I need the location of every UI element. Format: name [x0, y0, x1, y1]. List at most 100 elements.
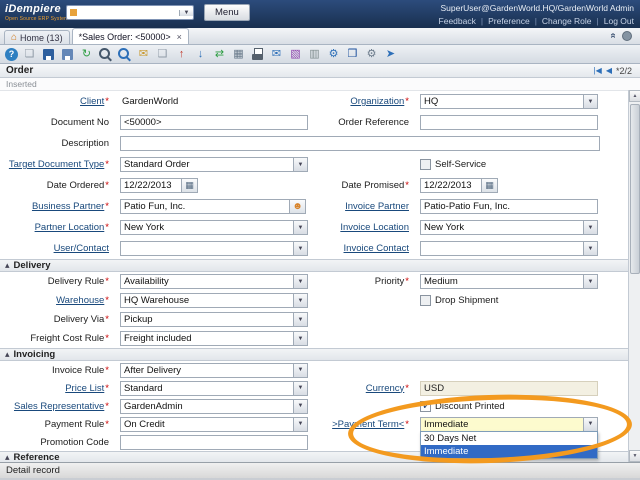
- partner-location-select[interactable]: New York: [120, 220, 308, 235]
- discount-printed-checkbox[interactable]: [420, 401, 431, 412]
- business-partner-label[interactable]: Business Partner: [32, 201, 104, 212]
- invoice-partner-input[interactable]: [420, 199, 598, 214]
- send-mail-icon[interactable]: ✉: [269, 47, 284, 62]
- client-label[interactable]: Client: [80, 96, 104, 107]
- global-search-combo[interactable]: [66, 5, 194, 20]
- invoice-rule-select[interactable]: After Delivery: [120, 363, 308, 378]
- archive-document-icon[interactable]: ▥: [307, 47, 322, 62]
- zoom-across-icon[interactable]: [117, 47, 132, 62]
- payment-rule-select[interactable]: On Credit: [120, 417, 308, 432]
- scroll-down-icon[interactable]: [629, 450, 640, 462]
- collapse-header-icon[interactable]: [608, 33, 619, 39]
- fullscreen-icon[interactable]: [622, 31, 632, 41]
- scrollbar-thumb[interactable]: [630, 104, 640, 274]
- requery-icon[interactable]: ↻: [79, 47, 94, 62]
- history-records-icon[interactable]: ▦: [231, 47, 246, 62]
- target-document-type-select[interactable]: Standard Order: [120, 157, 308, 172]
- priority-dropdown-icon[interactable]: [583, 275, 597, 288]
- save-and-create-icon[interactable]: [60, 47, 75, 62]
- warehouse-label[interactable]: Warehouse: [56, 295, 104, 306]
- first-record-icon[interactable]: [594, 66, 602, 75]
- freight-cost-rule-dropdown-icon[interactable]: [293, 332, 307, 345]
- target-document-type-label[interactable]: Target Document Type: [9, 159, 104, 170]
- global-search-input[interactable]: [80, 8, 179, 18]
- delivery-via-dropdown-icon[interactable]: [293, 313, 307, 326]
- user-contact-label[interactable]: User/Contact: [54, 243, 109, 254]
- invoice-contact-dropdown-icon[interactable]: [583, 242, 597, 255]
- price-list-select[interactable]: Standard: [120, 381, 308, 396]
- calendar-icon[interactable]: [482, 178, 498, 193]
- payment-term-option-30-days-net[interactable]: 30 Days Net: [421, 432, 597, 445]
- self-service-checkbox[interactable]: [420, 159, 431, 170]
- payment-term-label[interactable]: >Payment Term<: [332, 419, 404, 430]
- payment-term-option-immediate[interactable]: Immediate: [421, 445, 597, 458]
- print-icon[interactable]: [250, 47, 265, 62]
- link-preference[interactable]: Preference: [488, 16, 530, 26]
- partner-location-dropdown-icon[interactable]: [293, 221, 307, 234]
- delivery-via-select[interactable]: Pickup: [120, 312, 308, 327]
- global-search-dropdown-icon[interactable]: [179, 10, 193, 16]
- date-ordered-input[interactable]: [120, 178, 182, 193]
- invoice-location-select[interactable]: New York: [420, 220, 598, 235]
- save-icon[interactable]: [41, 47, 56, 62]
- invoice-contact-label[interactable]: Invoice Contact: [344, 243, 409, 254]
- toggle-grid-view-icon[interactable]: ⇄: [212, 47, 227, 62]
- preference-icon[interactable]: ⚙: [364, 47, 379, 62]
- detail-record-bar[interactable]: Detail record: [0, 462, 640, 478]
- user-contact-select[interactable]: [120, 241, 308, 256]
- sales-representative-select[interactable]: GardenAdmin: [120, 399, 308, 414]
- price-list-dropdown-icon[interactable]: [293, 382, 307, 395]
- date-promised-input[interactable]: [420, 178, 482, 193]
- invoice-location-label[interactable]: Invoice Location: [340, 222, 409, 233]
- run-process-icon[interactable]: ➤: [383, 47, 398, 62]
- business-partner-input[interactable]: [120, 199, 290, 214]
- delivery-rule-dropdown-icon[interactable]: [293, 275, 307, 288]
- invoice-rule-dropdown-icon[interactable]: [293, 364, 307, 377]
- organization-label[interactable]: Organization: [350, 96, 404, 107]
- organization-dropdown-icon[interactable]: [583, 95, 597, 108]
- help-icon[interactable]: ?: [5, 48, 18, 61]
- detail-record-icon[interactable]: ↓: [193, 47, 208, 62]
- section-header-delivery[interactable]: Delivery: [0, 259, 628, 272]
- link-log-out[interactable]: Log Out: [604, 16, 634, 26]
- scroll-up-icon[interactable]: [629, 90, 640, 102]
- menu-button[interactable]: Menu: [204, 4, 250, 21]
- close-tab-icon[interactable]: [177, 32, 182, 42]
- parent-record-icon[interactable]: ↑: [174, 47, 189, 62]
- calendar-icon[interactable]: [182, 178, 198, 193]
- tab-sales-order-50000[interactable]: *Sales Order: <50000>: [72, 28, 189, 44]
- priority-select[interactable]: Medium: [420, 274, 598, 289]
- payment-term-select[interactable]: Immediate: [420, 417, 598, 432]
- promotion-code-input[interactable]: [120, 435, 308, 450]
- invoice-location-dropdown-icon[interactable]: [583, 221, 597, 234]
- vertical-scrollbar[interactable]: [628, 90, 640, 462]
- price-list-label[interactable]: Price List: [65, 383, 104, 394]
- tab-home-13[interactable]: Home (13): [4, 30, 70, 44]
- invoice-contact-select[interactable]: [420, 241, 598, 256]
- attachment-icon[interactable]: ✉: [136, 47, 151, 62]
- business-partner-search-icon[interactable]: [290, 199, 306, 214]
- currency-label[interactable]: Currency: [366, 383, 405, 394]
- report-icon[interactable]: ▧: [288, 47, 303, 62]
- target-document-type-dropdown-icon[interactable]: [293, 158, 307, 171]
- payment-rule-dropdown-icon[interactable]: [293, 418, 307, 431]
- document-no-input[interactable]: [120, 115, 308, 130]
- link-change-role[interactable]: Change Role: [542, 16, 592, 26]
- product-info-icon[interactable]: ❒: [345, 47, 360, 62]
- warehouse-dropdown-icon[interactable]: [293, 294, 307, 307]
- partner-location-label[interactable]: Partner Location: [35, 222, 105, 233]
- active-workflows-icon[interactable]: ⚙: [326, 47, 341, 62]
- organization-select[interactable]: HQ: [420, 94, 598, 109]
- freight-cost-rule-select[interactable]: Freight included: [120, 331, 308, 346]
- find-record-icon[interactable]: [98, 47, 113, 62]
- invoice-partner-label[interactable]: Invoice Partner: [345, 201, 409, 212]
- previous-record-icon[interactable]: [606, 66, 612, 75]
- warehouse-select[interactable]: HQ Warehouse: [120, 293, 308, 308]
- payment-term-dropdown-icon[interactable]: [583, 418, 597, 431]
- order-reference-input[interactable]: [420, 115, 598, 130]
- section-header-invoicing[interactable]: Invoicing: [0, 348, 628, 361]
- drop-shipment-checkbox[interactable]: [420, 295, 431, 306]
- new-record-icon[interactable]: ❏: [22, 47, 37, 62]
- link-feedback[interactable]: Feedback: [439, 16, 476, 26]
- sales-representative-dropdown-icon[interactable]: [293, 400, 307, 413]
